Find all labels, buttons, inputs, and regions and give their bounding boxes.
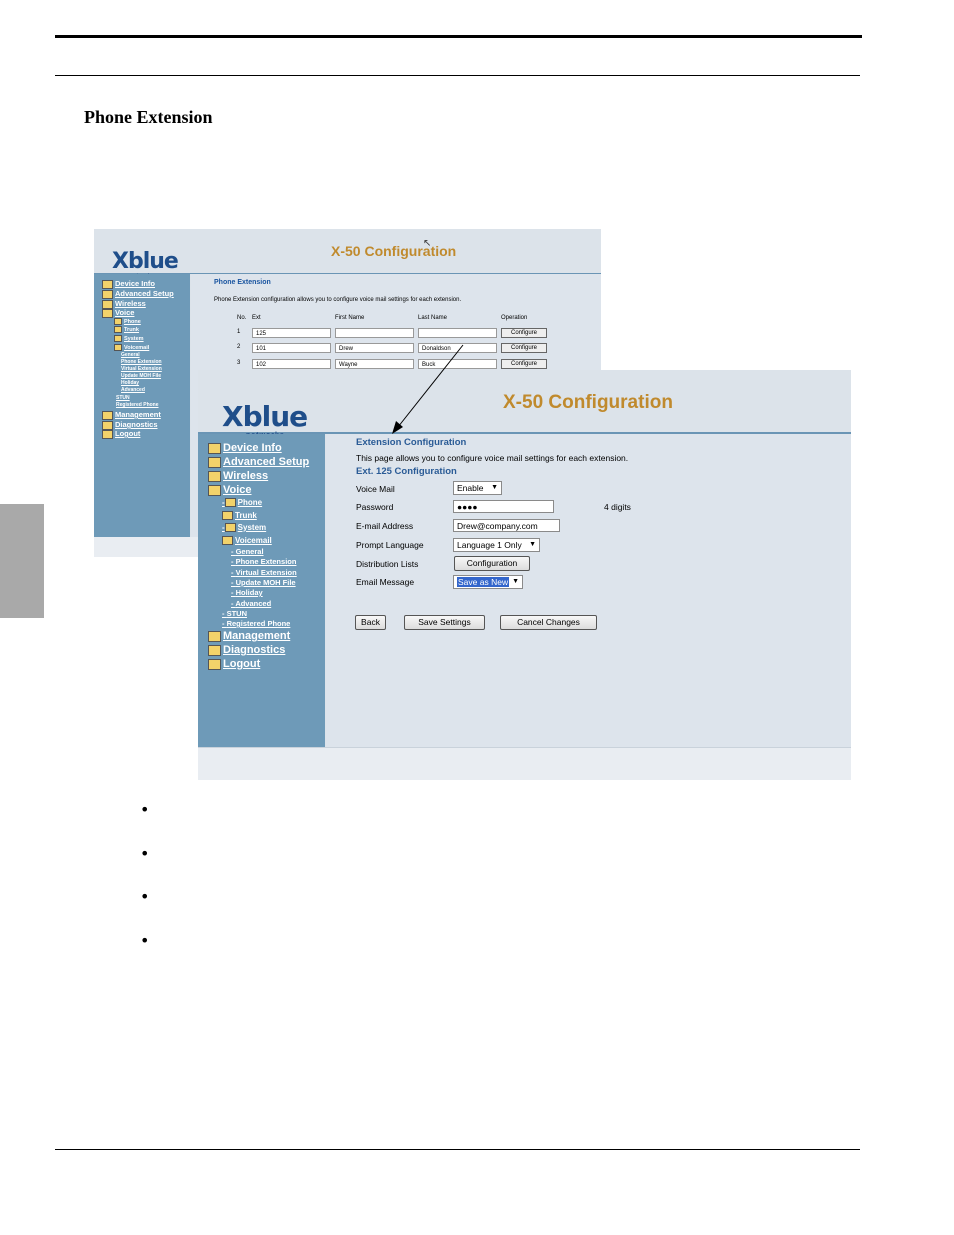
- callout-arrow-icon: [392, 344, 464, 434]
- footer-rule: [55, 1149, 860, 1150]
